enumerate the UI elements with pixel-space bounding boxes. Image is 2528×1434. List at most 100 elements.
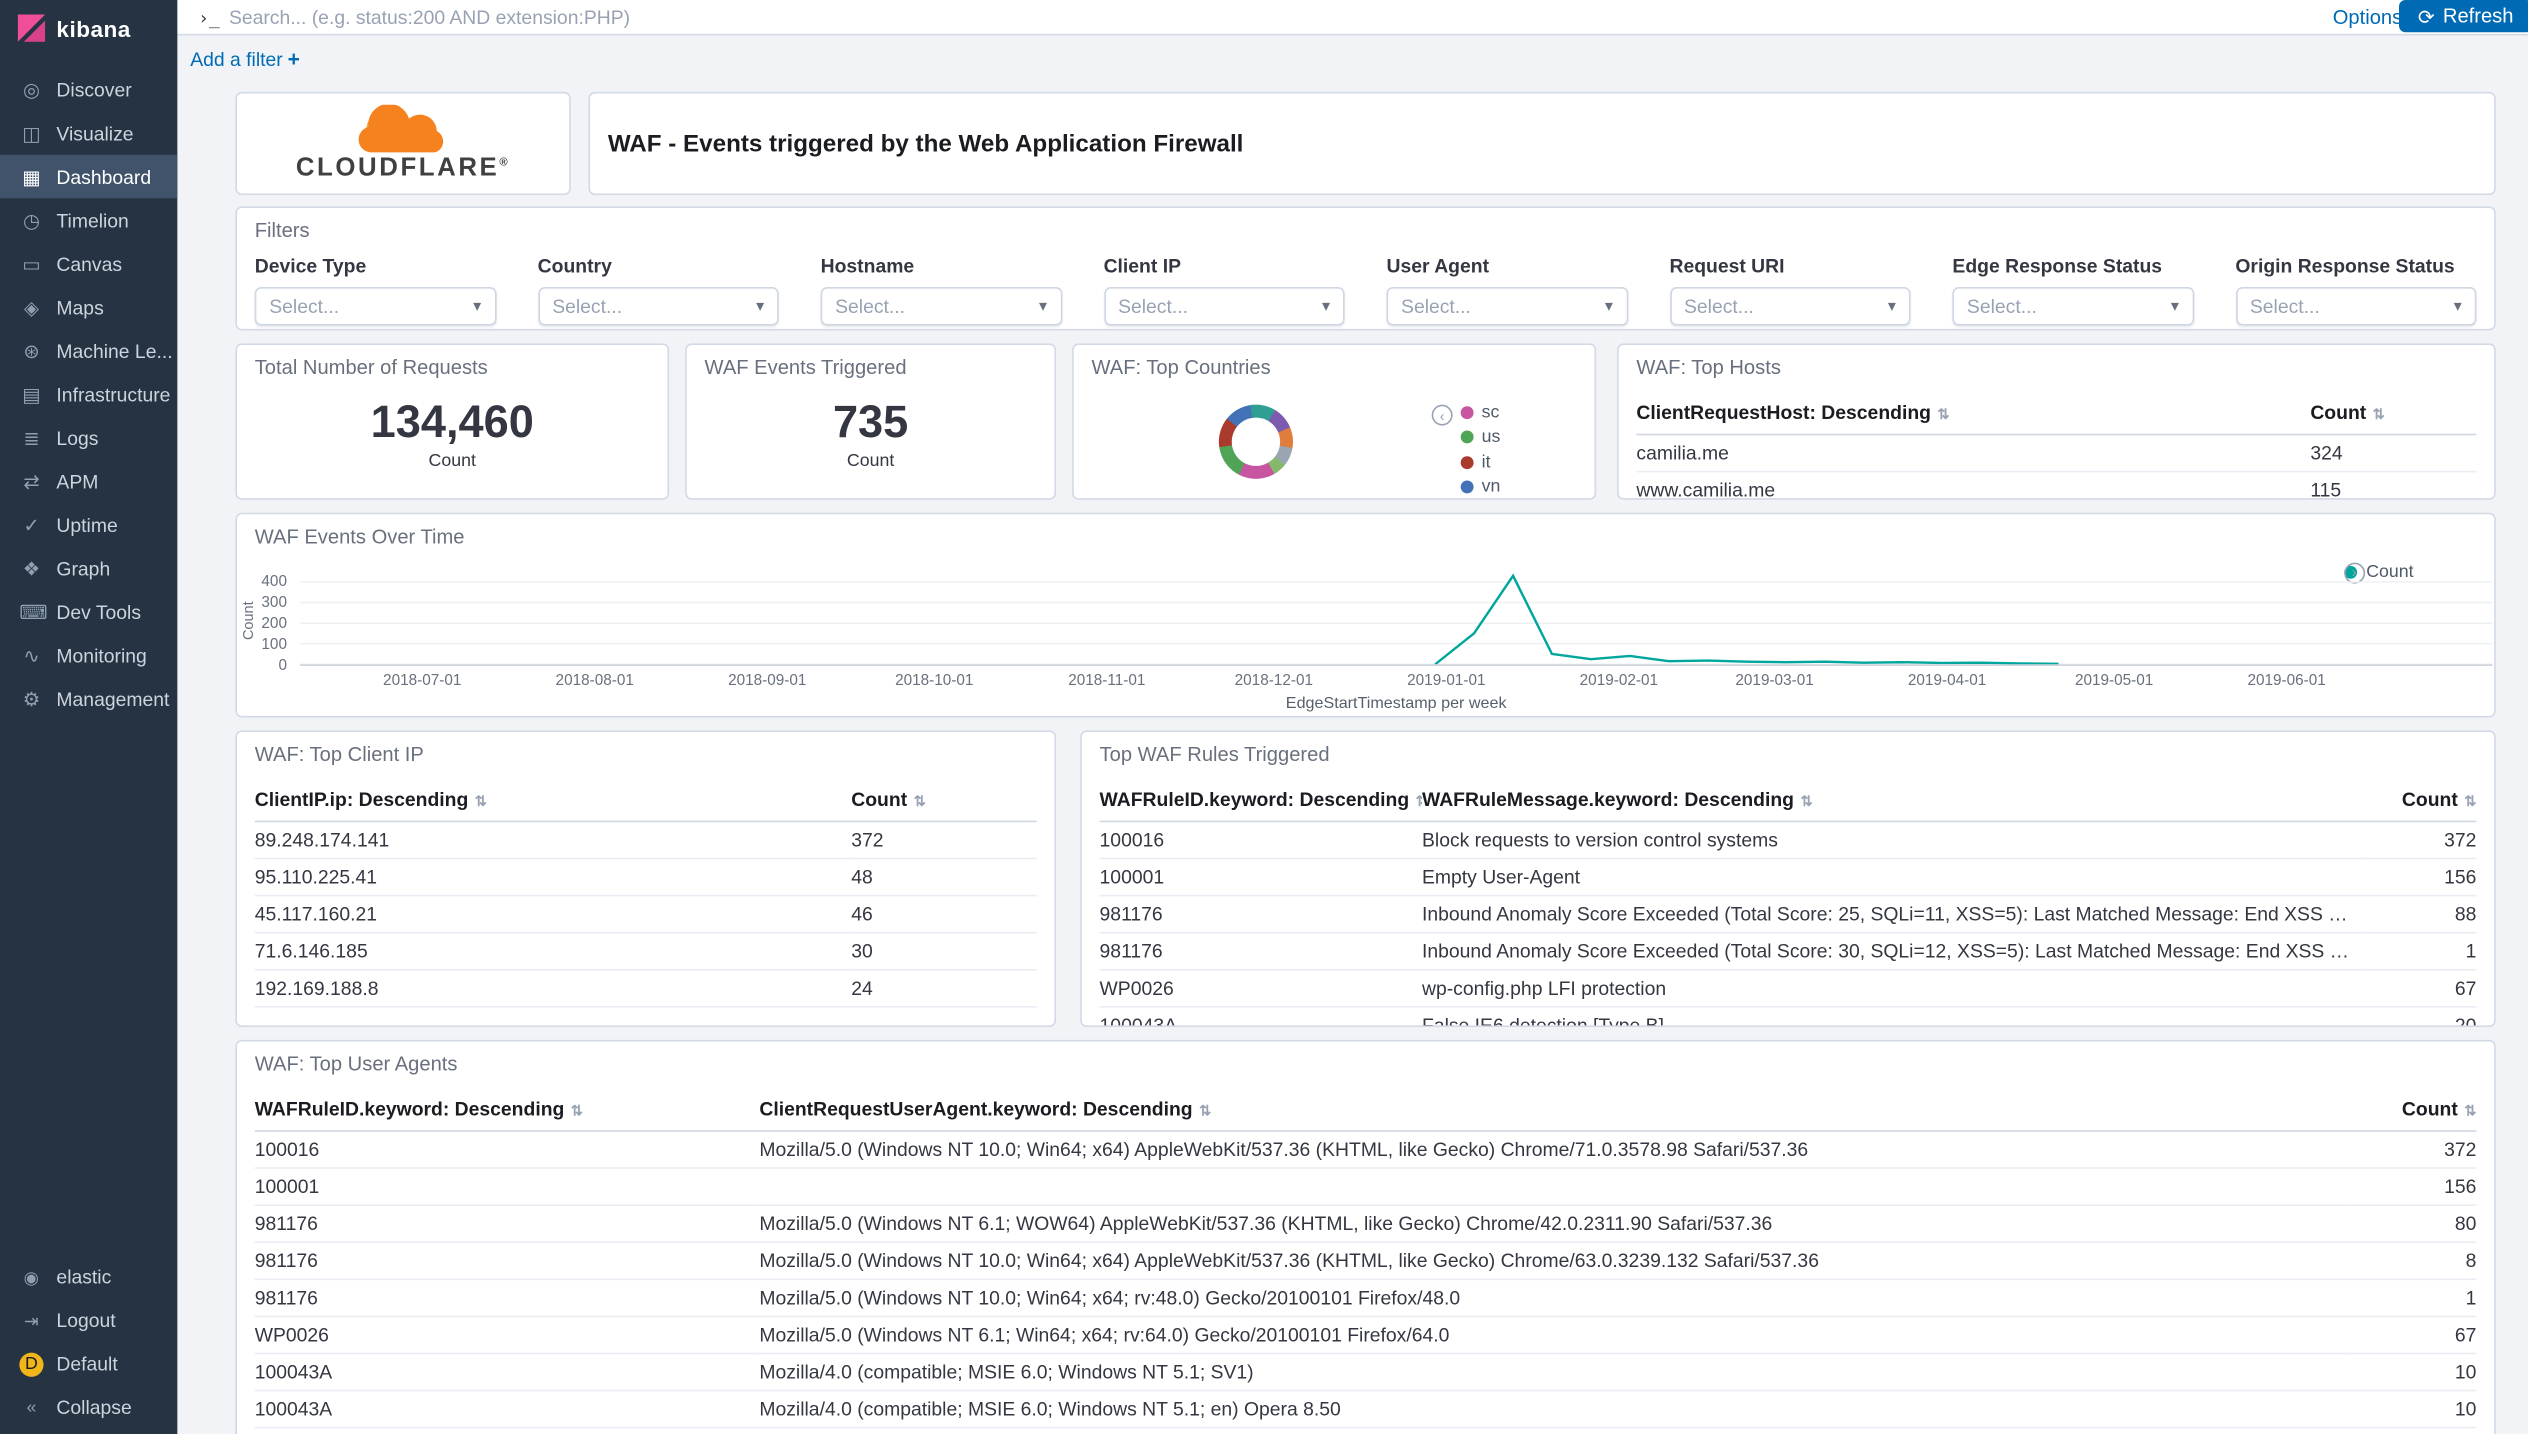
sidebar-item-label: Maps [56,296,103,319]
legend-item[interactable]: sc [1461,400,1501,425]
filter-select[interactable]: Select... ▾ [255,287,496,326]
filter-select[interactable]: Select... ▾ [821,287,1062,326]
query-bar: ›_ Options ⟳Refresh [177,0,2528,35]
column-header[interactable]: ClientRequestHost: Descending⇅ [1636,398,2310,434]
filter-field: Edge Response Status Select... ▾ [1952,255,2193,326]
filter-select[interactable]: Select... ▾ [1104,287,1345,326]
table-row: 100043A False IE6 detection [Type B] 20 [1100,1007,2477,1027]
legend-item-label: vn [1482,478,1501,497]
table-cell: camilia.me [1636,434,2310,471]
donut-chart[interactable] [1219,405,1293,479]
sidebar: kibana ◎ Discover ◫ Visualize ▦ Dashboar… [0,0,177,1434]
sidebar-item-icon: ▤ [19,383,43,406]
sidebar-item-icon: ◷ [19,209,43,232]
sort-icon: ⇅ [475,793,487,809]
table-cell: 100001 [1100,859,1422,896]
table-cell-count: 115 [2310,472,2476,500]
sidebar-item[interactable]: ▤ Infrastructure [0,372,177,416]
legend-item[interactable]: it [1461,450,1501,475]
countries-legend: sc us it vn [1461,400,1501,500]
table-cell: 981176 [255,1205,760,1242]
sidebar-item[interactable]: ◉ elastic [0,1255,177,1299]
sidebar-item[interactable]: D Default [0,1342,177,1386]
chevron-down-icon: ▾ [2171,297,2179,315]
x-axis-ticks: 2018-07-012018-08-012018-09-012018-10-01… [300,672,2493,691]
sidebar-item[interactable]: ◎ Discover [0,68,177,112]
table-cell: 100016 [1100,821,1422,858]
table-cell: Mozilla/4.0 (compatible; MSIE 6.0; Windo… [759,1353,2347,1390]
total-requests-panel: Total Number of Requests 134,460 Count [235,343,669,499]
dashboard-grid: CLOUDFLARE® WAF - Events triggered by th… [177,0,2528,1433]
select-placeholder: Select... [1401,295,1471,318]
sidebar-item[interactable]: ≣ Logs [0,416,177,460]
options-link[interactable]: Options [2333,6,2402,29]
filter-select[interactable]: Select... ▾ [1669,287,1910,326]
sidebar-item[interactable]: ∿ Monitoring [0,634,177,678]
column-header[interactable]: WAFRuleID.keyword: Descending⇅ [255,1095,760,1131]
column-header[interactable]: Count⇅ [2347,1095,2476,1131]
sidebar-item-label: Visualize [56,122,133,145]
sidebar-item-label: elastic [56,1266,111,1289]
filter-field: User Agent Select... ▾ [1387,255,1628,326]
sidebar-item[interactable]: ⚙ Management [0,677,177,721]
table-row: 100016 Mozilla/5.0 (Windows NT 10.0; Win… [255,1131,2477,1168]
table-cell-count: 20 [2364,1007,2477,1027]
table-cell: wp-config.php LFI protection [1422,970,2364,1007]
table-cell-count: 24 [851,970,1036,1007]
filter-select[interactable]: Select... ▾ [1387,287,1628,326]
chevron-down-icon: ▾ [1039,297,1047,315]
column-header[interactable]: ClientRequestUserAgent.keyword: Descendi… [759,1095,2347,1131]
sidebar-item[interactable]: ▦ Dashboard [0,155,177,199]
sidebar-item-label: Management [56,688,169,711]
legend-item[interactable]: us [1461,425,1501,450]
filter-select[interactable]: Select... ▾ [538,287,779,326]
sidebar-item-label: Dev Tools [56,601,141,624]
sidebar-item[interactable]: ▭ Canvas [0,242,177,286]
sidebar-item[interactable]: ❖ Graph [0,547,177,591]
sidebar-item[interactable]: ⇄ APM [0,459,177,503]
panel-title: WAF: Top Countries [1074,345,1595,379]
column-header[interactable]: Count⇅ [851,785,1036,821]
table-cell: Mozilla/5.0 (Windows NT 6.1; WOW64) Appl… [759,1205,2347,1242]
table-row: 192.169.188.8 24 [255,970,1037,1007]
sidebar-item-label: Machine Le... [56,339,172,362]
column-header[interactable]: ClientIP.ip: Descending⇅ [255,785,852,821]
filter-select[interactable]: Select... ▾ [2235,287,2476,326]
table-cell: Mozilla/5.0 (Windows NT 10.0; Win64; x64… [759,1131,2347,1168]
sidebar-footer: ◉ elastic ⇥ Logout D Default « Collapse [0,1255,177,1429]
filter-field: Client IP Select... ▾ [1104,255,1345,326]
kibana-logo-icon [18,15,45,42]
table-cell: 100016 [255,1131,760,1168]
column-header[interactable]: Count⇅ [2310,398,2476,434]
table-row: 100043A Mozilla/4.0 (compatible; MSIE 6.… [255,1391,2477,1428]
waf-events-over-time-panel: WAF Events Over Time › Count Count 01002… [235,513,2495,718]
column-header[interactable]: WAFRuleID.keyword: Descending⇅ [1100,785,1422,821]
top-hosts-table: ClientRequestHost: Descending⇅Count⇅ cam… [1636,398,2476,500]
table-cell-count: 156 [2347,1168,2476,1205]
sidebar-item[interactable]: ⌨ Dev Tools [0,590,177,634]
column-header[interactable]: WAFRuleMessage.keyword: Descending⇅ [1422,785,2364,821]
panel-title: WAF: Top Client IP [237,732,1054,766]
sidebar-item[interactable]: ⇥ Logout [0,1299,177,1343]
sidebar-item-icon: ✓ [19,513,43,536]
filter-select[interactable]: Select... ▾ [1952,287,2193,326]
sidebar-item[interactable]: « Collapse [0,1386,177,1430]
column-header[interactable]: Count⇅ [2364,785,2477,821]
sort-icon: ⇅ [1199,1103,1211,1119]
legend-toggle-icon[interactable]: ‹ [1432,405,1453,426]
sidebar-item[interactable]: ◫ Visualize [0,111,177,155]
kibana-brand[interactable]: kibana [0,0,177,52]
table-cell [759,1168,2347,1205]
sidebar-item-icon: ▭ [19,252,43,275]
refresh-button[interactable]: ⟳Refresh [2399,0,2528,32]
sidebar-item[interactable]: ⊛ Machine Le... [0,329,177,373]
sidebar-item[interactable]: ◈ Maps [0,285,177,329]
table-cell: 100043A [255,1391,760,1428]
column-header-label: ClientRequestUserAgent.keyword: Descendi… [759,1098,1192,1121]
sidebar-item[interactable]: ◷ Timelion [0,198,177,242]
search-input[interactable] [229,2,1680,33]
sidebar-item[interactable]: ✓ Uptime [0,503,177,547]
top-client-ip-table: ClientIP.ip: Descending⇅Count⇅ 89.248.17… [255,785,1037,1007]
legend-item[interactable]: vn [1461,475,1501,500]
line-chart-plot[interactable] [300,571,2493,666]
